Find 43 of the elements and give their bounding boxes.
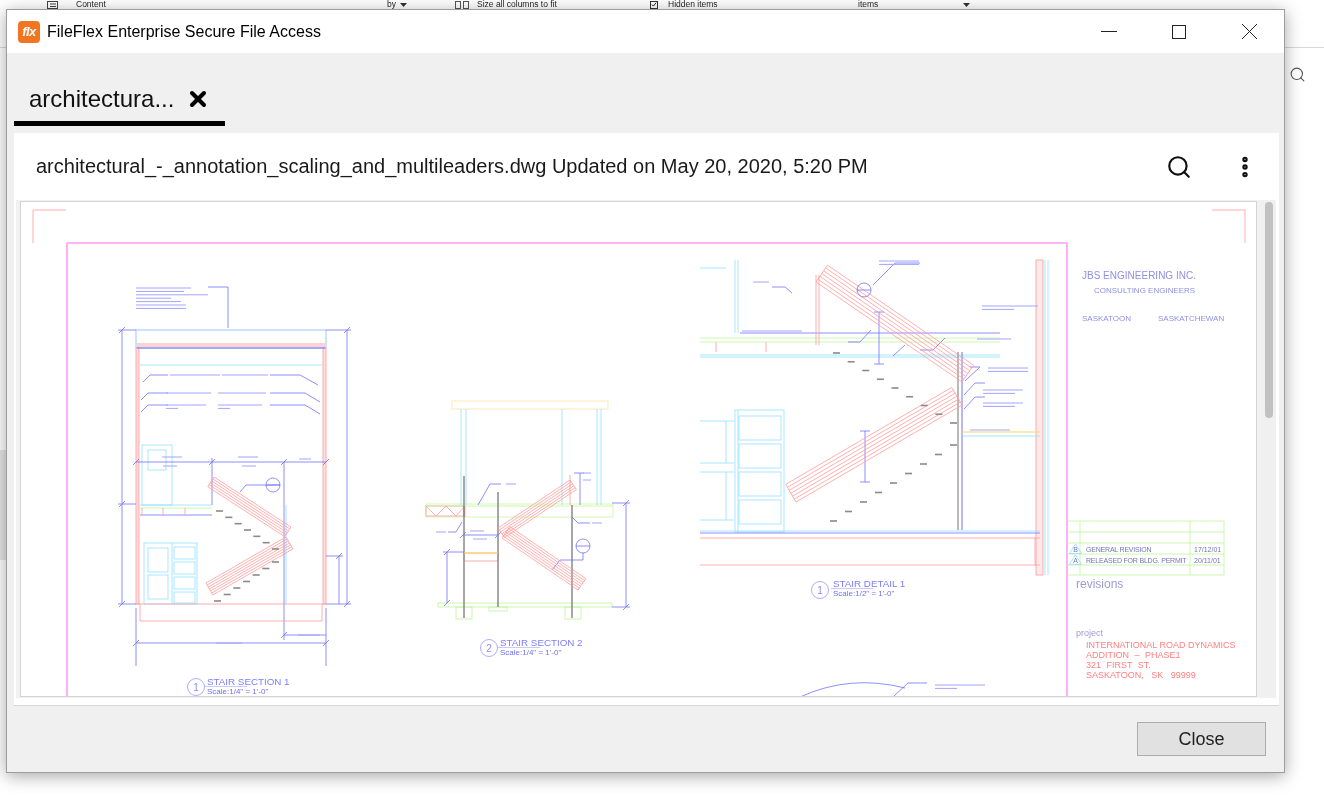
app-logo: flx (18, 20, 40, 43)
view-number: 1 (817, 584, 823, 596)
search-icon[interactable] (1289, 65, 1306, 83)
close-button[interactable]: Close (1137, 722, 1266, 756)
file-tab[interactable]: architectura... (14, 78, 226, 126)
view-title: STAIR SECTION 2 (500, 637, 583, 648)
view-number: 2 (486, 642, 492, 654)
maximize-icon[interactable] (1172, 24, 1186, 39)
view-number-circle (811, 581, 829, 599)
close-icon[interactable] (1241, 24, 1257, 39)
company-tagline: CONSULTING ENGINEERS (1094, 286, 1196, 295)
view-scale: Scale:1/4" = 1'-0" (500, 648, 562, 657)
sort-by-label[interactable]: by (387, 0, 396, 9)
view-title: STAIR DETAIL 1 (833, 578, 906, 589)
list-view-icon[interactable] (47, 0, 58, 9)
revision-triangle (1069, 543, 1082, 554)
scrollbar-thumb[interactable] (1265, 202, 1273, 418)
checkmark-icon (651, 2, 657, 7)
hidden-items-checkbox[interactable] (650, 0, 658, 9)
revisions-heading: revisions (1076, 577, 1124, 591)
checkbox-label[interactable]: Hidden items (668, 0, 718, 9)
view-number: 1 (193, 681, 199, 693)
window-title: FileFlex Enterprise Secure File Access (47, 22, 321, 41)
province-name: SASKATCHEWAN (1158, 314, 1225, 323)
file-title: architectural_-_annotation_scaling_and_multileaders.dwg Updated on May 20, 2020, 5:20 PM (36, 155, 868, 178)
project-heading: project (1076, 628, 1103, 638)
caret-icon[interactable] (400, 2, 407, 7)
project-address-line: INTERNATIONAL ROAD DYNAMICS (1086, 640, 1236, 650)
ribbon-command[interactable]: Size all columns to fit (477, 0, 557, 9)
caret-icon[interactable] (963, 2, 970, 7)
project-address-line: ADDITION – PHASE1 (1086, 650, 1181, 660)
project-address-line: 321 FIRST ST. (1086, 660, 1151, 670)
project-address-line: SASKATOON, SK 99999 (1086, 670, 1196, 680)
view-scale: Scale:1/2" = 1'-0" (833, 589, 895, 598)
search-icon[interactable] (1166, 153, 1192, 180)
ribbon-label[interactable]: Content (76, 0, 106, 9)
company-name: JBS ENGINEERING INC. (1082, 270, 1196, 281)
view-scale: Scale:1/4" = 1'-0" (207, 687, 269, 696)
view-title: STAIR SECTION 1 (207, 676, 290, 687)
revision-triangle (1069, 554, 1082, 565)
ribbon-label: items (858, 0, 879, 9)
columns-icon[interactable] (455, 0, 469, 9)
city-name: SASKATOON (1082, 314, 1132, 323)
